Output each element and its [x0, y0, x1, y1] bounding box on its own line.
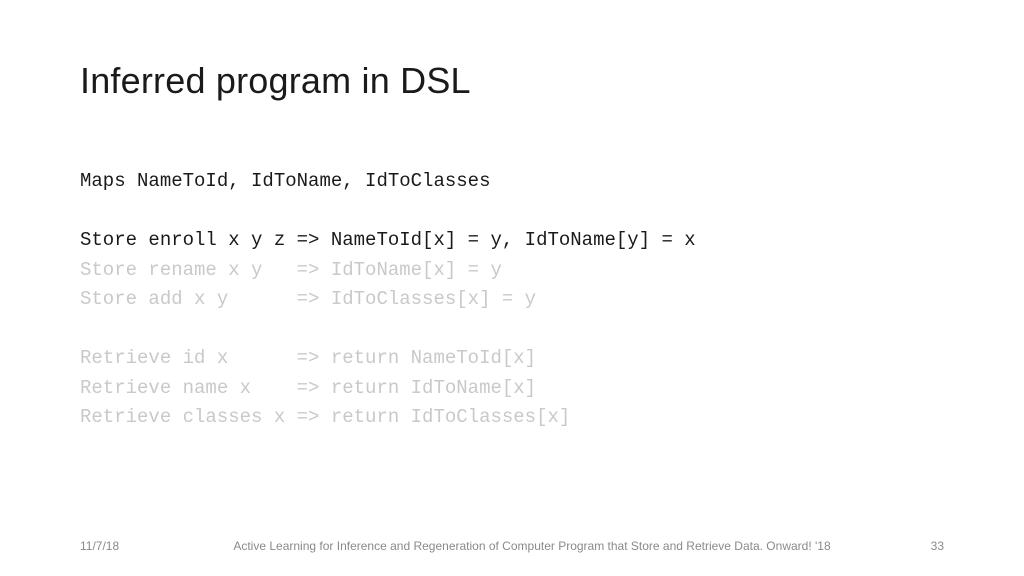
code-line-add: Store add x y => IdToClasses[x] = y	[80, 288, 536, 310]
footer-caption: Active Learning for Inference and Regene…	[160, 538, 904, 554]
code-block: Maps NameToId, IdToName, IdToClasses Sto…	[80, 138, 944, 462]
code-line-enroll: Store enroll x y z => NameToId[x] = y, I…	[80, 229, 696, 251]
slide: Inferred program in DSL Maps NameToId, I…	[0, 0, 1024, 576]
code-line-rename: Store rename x y => IdToName[x] = y	[80, 259, 502, 281]
code-line-maps: Maps NameToId, IdToName, IdToClasses	[80, 170, 490, 192]
code-line-retrieve-id: Retrieve id x => return NameToId[x]	[80, 347, 536, 369]
code-line-retrieve-name: Retrieve name x => return IdToName[x]	[80, 377, 536, 399]
slide-footer: 11/7/18 Active Learning for Inference an…	[80, 538, 944, 554]
footer-page-number: 33	[904, 539, 944, 553]
footer-date: 11/7/18	[80, 539, 160, 553]
slide-title: Inferred program in DSL	[80, 60, 944, 102]
code-line-retrieve-classes: Retrieve classes x => return IdToClasses…	[80, 406, 570, 428]
